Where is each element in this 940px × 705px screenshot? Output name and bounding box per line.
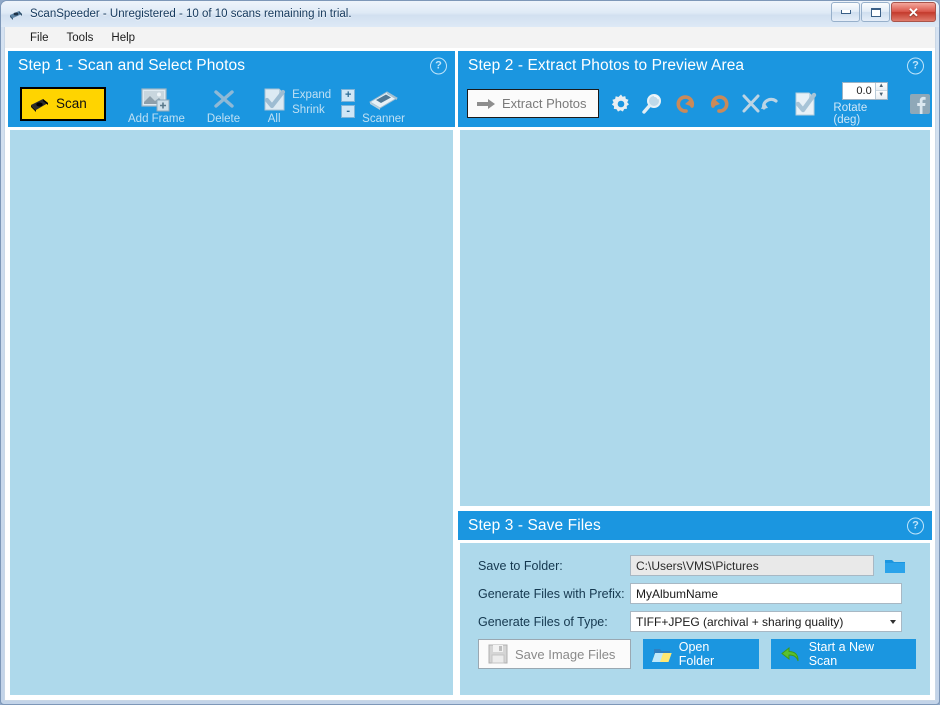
select-all-check-icon bbox=[260, 87, 288, 112]
open-folder-button[interactable]: Open Folder bbox=[642, 639, 759, 669]
prefix-label: Generate Files with Prefix: bbox=[478, 586, 625, 601]
save-folder-input[interactable]: C:\Users\VMS\Pictures bbox=[630, 555, 874, 576]
step1-scan-canvas[interactable] bbox=[8, 127, 455, 697]
rotate-value[interactable]: 0.0 bbox=[843, 83, 875, 99]
shrink-button[interactable]: Shrink bbox=[292, 103, 325, 118]
step1-help-icon[interactable]: ? bbox=[430, 57, 447, 74]
step1-title: Step 1 - Scan and Select Photos bbox=[18, 56, 246, 74]
rotate-spinner[interactable]: 0.0 ▲ ▼ bbox=[841, 81, 888, 100]
open-folder-label: Open Folder bbox=[678, 640, 715, 668]
rotate-decrement-button[interactable]: ▼ bbox=[875, 90, 887, 99]
step3-header: Step 3 - Save Files ? bbox=[458, 511, 932, 540]
step1-panel: Step 1 - Scan and Select Photos ? Scan A… bbox=[8, 51, 455, 697]
step3-body: Save to Folder: C:\Users\VMS\Pictures Ge… bbox=[458, 540, 932, 697]
step1-header: Step 1 - Scan and Select Photos ? bbox=[8, 51, 455, 80]
minimize-button[interactable] bbox=[831, 2, 860, 22]
maximize-icon bbox=[870, 7, 881, 17]
floppy-disk-icon bbox=[488, 644, 508, 664]
scanner-label: Scanner bbox=[362, 113, 405, 125]
menu-item-help[interactable]: Help bbox=[102, 30, 144, 46]
step3-help-icon[interactable]: ? bbox=[907, 517, 924, 534]
start-new-scan-button[interactable]: Start a New Scan bbox=[770, 639, 916, 669]
filetype-selected-value: TIFF+JPEG (archival + sharing quality) bbox=[636, 614, 844, 629]
delete-button[interactable]: Delete bbox=[207, 80, 240, 127]
scan-button-label: Scan bbox=[56, 96, 87, 111]
step2-panel: Step 2 - Extract Photos to Preview Area … bbox=[458, 51, 932, 508]
window-title: ScanSpeeder - Unregistered - 10 of 10 sc… bbox=[30, 8, 352, 20]
delete-x-icon bbox=[211, 87, 237, 112]
add-frame-button[interactable]: Add Frame bbox=[128, 80, 185, 127]
browse-folder-button[interactable] bbox=[884, 557, 906, 575]
filetype-select[interactable]: TIFF+JPEG (archival + sharing quality) bbox=[630, 611, 902, 632]
gear-icon[interactable] bbox=[610, 93, 632, 115]
step3-button-row: Save Image Files Open Folder Start a New… bbox=[478, 639, 916, 669]
filetype-row: Generate Files of Type: TIFF+JPEG (archi… bbox=[478, 611, 916, 632]
flatbed-scanner-icon bbox=[367, 87, 401, 112]
rotate-left-icon[interactable] bbox=[674, 92, 698, 116]
start-new-scan-label: Start a New Scan bbox=[808, 640, 875, 668]
filetype-label: Generate Files of Type: bbox=[478, 614, 608, 629]
step2-toolbar: Extract Photos 0.0 ▲ ▼ Rotate (deg) bbox=[458, 80, 932, 127]
rotate-control: 0.0 ▲ ▼ Rotate (deg) bbox=[833, 80, 896, 127]
step3-panel: Step 3 - Save Files ? Save to Folder: C:… bbox=[458, 511, 932, 697]
expand-shrink-group: Expand Shrink bbox=[292, 80, 331, 127]
menu-item-tools[interactable]: Tools bbox=[58, 30, 103, 46]
scanner-icon bbox=[29, 94, 51, 114]
minimize-icon bbox=[840, 10, 851, 14]
rotate-increment-button[interactable]: ▲ bbox=[875, 82, 887, 90]
title-bar: ScanSpeeder - Unregistered - 10 of 10 sc… bbox=[1, 1, 939, 27]
save-image-files-button[interactable]: Save Image Files bbox=[478, 639, 631, 669]
undo-arrow-icon[interactable] bbox=[758, 93, 782, 115]
rotate-spinner-arrows: ▲ ▼ bbox=[874, 82, 887, 99]
step2-help-icon[interactable]: ? bbox=[907, 57, 924, 74]
select-all-button[interactable]: All bbox=[260, 80, 288, 127]
close-button[interactable]: ✕ bbox=[891, 2, 936, 22]
save-folder-label: Save to Folder: bbox=[478, 558, 563, 573]
prefix-input[interactable]: MyAlbumName bbox=[630, 583, 902, 604]
step2-title: Step 2 - Extract Photos to Preview Area bbox=[468, 56, 745, 74]
extract-photos-button[interactable]: Extract Photos bbox=[467, 89, 600, 118]
prefix-row: Generate Files with Prefix: MyAlbumName bbox=[478, 583, 916, 604]
check-document-icon[interactable] bbox=[791, 91, 819, 117]
expand-button[interactable]: Expand bbox=[292, 88, 331, 103]
scan-button[interactable]: Scan bbox=[20, 86, 106, 121]
step2-preview-canvas[interactable] bbox=[458, 127, 932, 508]
step2-header: Step 2 - Extract Photos to Preview Area … bbox=[458, 51, 932, 80]
rotate-right-icon[interactable] bbox=[707, 92, 731, 116]
add-frame-icon bbox=[141, 87, 171, 112]
rotate-label: Rotate (deg) bbox=[833, 101, 868, 126]
green-back-arrow-icon bbox=[780, 645, 802, 664]
maximize-button[interactable] bbox=[861, 2, 890, 22]
step3-title: Step 3 - Save Files bbox=[468, 516, 601, 534]
right-arrow-icon bbox=[476, 97, 496, 111]
add-frame-label: Add Frame bbox=[128, 113, 185, 125]
right-column: Step 2 - Extract Photos to Preview Area … bbox=[458, 51, 932, 697]
zoom-step-group: + - bbox=[341, 80, 356, 127]
scanner-icon bbox=[8, 6, 24, 22]
window-controls: ✕ bbox=[831, 2, 936, 22]
extract-photos-label: Extract Photos bbox=[502, 96, 587, 111]
app-window: ScanSpeeder - Unregistered - 10 of 10 sc… bbox=[0, 0, 940, 705]
menu-bar: File Tools Help bbox=[4, 27, 936, 48]
step1-toolbar: Scan Add Frame Delete All Expand Shrink … bbox=[8, 80, 455, 127]
chevron-down-icon bbox=[890, 619, 896, 624]
delete-label: Delete bbox=[206, 113, 241, 125]
plus-button[interactable]: + bbox=[341, 89, 356, 102]
open-folder-icon bbox=[651, 645, 672, 664]
minus-button[interactable]: - bbox=[341, 105, 356, 118]
facebook-icon[interactable] bbox=[908, 92, 932, 116]
scanner-settings-button[interactable]: Scanner bbox=[362, 80, 405, 127]
select-all-label: All bbox=[267, 113, 281, 125]
save-folder-row: Save to Folder: C:\Users\VMS\Pictures bbox=[478, 555, 916, 576]
save-image-files-label: Save Image Files bbox=[515, 646, 616, 662]
close-icon: ✕ bbox=[908, 4, 919, 20]
menu-item-file[interactable]: File bbox=[21, 30, 58, 46]
magnifier-icon[interactable] bbox=[641, 92, 665, 116]
client-area: Step 1 - Scan and Select Photos ? Scan A… bbox=[4, 48, 936, 701]
